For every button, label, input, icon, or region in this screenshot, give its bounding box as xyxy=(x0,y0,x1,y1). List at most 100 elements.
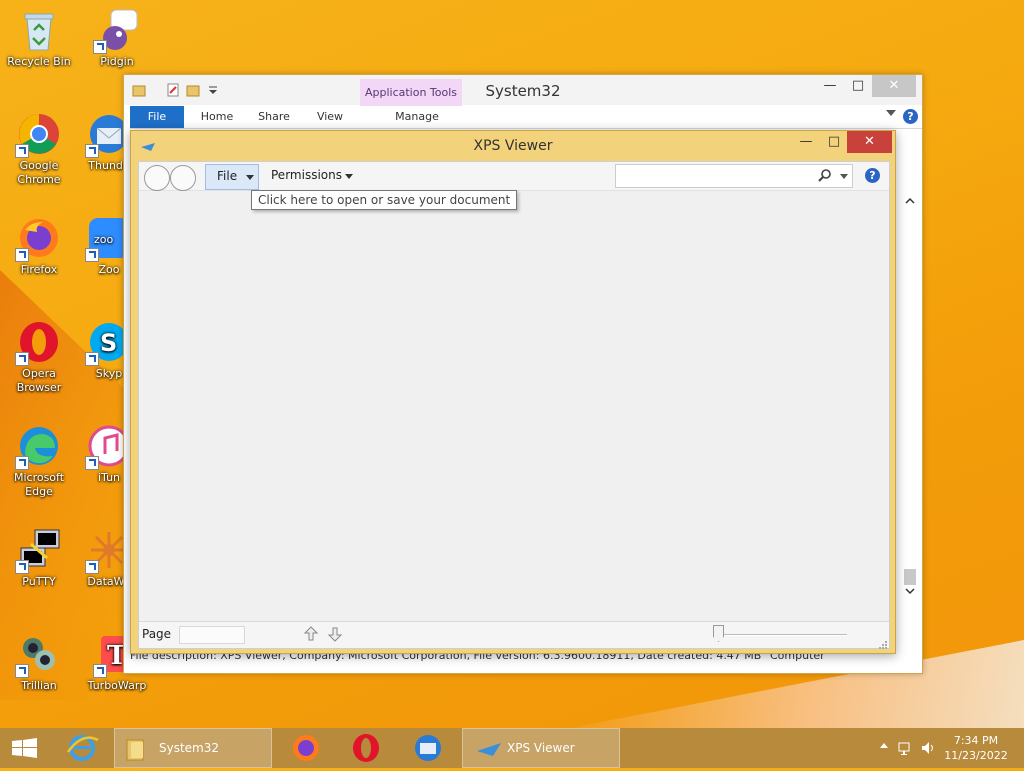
volume-icon[interactable] xyxy=(920,740,936,759)
zoom-slider-track[interactable] xyxy=(713,634,847,636)
xps-titlebar[interactable]: XPS Viewer — □ ✕ xyxy=(131,131,895,161)
ribbon-expand-icon[interactable] xyxy=(886,110,896,116)
file-menu-label: File xyxy=(217,169,238,183)
shortcut-arrow-icon xyxy=(15,248,29,262)
chevron-down-icon xyxy=(246,175,254,180)
taskbar-label: System32 xyxy=(159,741,220,755)
xps-minimize-button[interactable]: — xyxy=(793,131,819,153)
clock-time: 7:34 PM xyxy=(953,734,999,747)
xps-maximize-button[interactable]: □ xyxy=(821,131,847,153)
taskbar-opera[interactable] xyxy=(342,728,390,768)
search-icon[interactable] xyxy=(818,168,832,185)
desktop-icon-label: TurboWarp xyxy=(87,679,147,692)
tab-manage[interactable]: Manage xyxy=(370,106,464,128)
ribbon-tabs: File Home Share View Manage ? xyxy=(130,106,922,129)
window-title: System32 xyxy=(485,82,561,100)
desktop-icon-pidgin[interactable]: Pidgin xyxy=(79,8,155,69)
taskbar-internet-explorer[interactable] xyxy=(58,728,106,768)
permissions-menu-label: Permissions xyxy=(271,168,342,182)
desktop-icon-google-chrome[interactable]: Google Chrome xyxy=(1,112,77,187)
search-options-icon[interactable] xyxy=(840,174,848,179)
zoom-slider-thumb[interactable] xyxy=(713,625,724,642)
shortcut-arrow-icon xyxy=(15,352,29,366)
taskbar-xps-viewer[interactable]: XPS Viewer xyxy=(462,728,620,768)
shortcut-arrow-icon xyxy=(93,40,107,54)
xps-toolbar: File Permissions ? xyxy=(139,162,889,191)
xps-help-icon[interactable]: ? xyxy=(865,168,880,183)
desktop-icon-label: Pidgin xyxy=(100,55,134,68)
firefox-icon xyxy=(15,216,61,262)
desktop-icon-label: Google Chrome xyxy=(17,159,61,186)
chrome-icon xyxy=(15,112,61,158)
shortcut-arrow-icon xyxy=(15,560,29,574)
file-menu-tooltip: Click here to open or save your document xyxy=(251,190,518,210)
xps-close-button[interactable]: ✕ xyxy=(847,131,892,153)
start-button[interactable] xyxy=(0,728,50,768)
desktop-icon-opera[interactable]: Opera Browser xyxy=(1,320,77,395)
chevron-down-icon xyxy=(345,174,353,179)
help-icon[interactable]: ? xyxy=(903,109,918,124)
desktop-icon-label: Recycle Bin xyxy=(7,55,71,68)
tab-view[interactable]: View xyxy=(308,106,352,128)
opera-icon xyxy=(15,320,61,366)
taskbar-firefox[interactable] xyxy=(282,728,330,768)
system-tray: 7:34 PM 11/23/2022 xyxy=(864,728,1024,768)
desktop-icon-firefox[interactable]: Firefox xyxy=(1,216,77,277)
clock[interactable]: 7:34 PM 11/23/2022 xyxy=(936,733,1016,763)
network-icon[interactable] xyxy=(898,740,914,759)
page-label: Page xyxy=(142,627,172,641)
forward-button[interactable] xyxy=(170,165,196,191)
shortcut-arrow-icon xyxy=(85,456,99,470)
desktop-icon-label: Microsoft Edge xyxy=(13,471,65,498)
xps-app-icon xyxy=(477,741,503,760)
taskbar-thunderbird[interactable] xyxy=(404,728,452,768)
shortcut-arrow-icon xyxy=(85,352,99,366)
shortcut-arrow-icon xyxy=(85,248,99,262)
desktop-icon-label: Firefox xyxy=(20,263,58,276)
explorer-titlebar[interactable]: Application Tools System32 — □ ✕ xyxy=(124,75,922,106)
scroll-up-icon[interactable] xyxy=(904,195,916,207)
taskbar-explorer[interactable]: System32 xyxy=(114,728,272,768)
edge-icon xyxy=(15,424,61,470)
search-input[interactable] xyxy=(615,164,853,188)
xps-bottom-bar: Page xyxy=(139,621,889,649)
maximize-button[interactable]: □ xyxy=(840,75,876,97)
putty-icon xyxy=(15,528,61,574)
pidgin-icon xyxy=(93,8,139,54)
scrollbar-thumb[interactable] xyxy=(904,569,916,585)
xps-window-title: XPS Viewer xyxy=(473,138,553,154)
page-number-input[interactable] xyxy=(179,626,245,644)
svg-text:zoo: zoo xyxy=(94,233,114,246)
clock-date: 11/23/2022 xyxy=(944,749,1008,762)
shortcut-arrow-icon xyxy=(93,664,107,678)
tab-home[interactable]: Home xyxy=(192,106,242,128)
back-button[interactable] xyxy=(144,165,170,191)
resize-grip-icon[interactable] xyxy=(879,638,887,649)
taskbar: System32 XPS Viewer 7:34 PM 11/23/2022 xyxy=(0,728,1024,768)
desktop-icon-trillian[interactable]: Trillian xyxy=(1,632,77,693)
scroll-down-icon[interactable] xyxy=(904,585,916,597)
previous-page-icon[interactable] xyxy=(303,625,319,643)
xps-client-area: File Permissions ? Click here to open or… xyxy=(138,161,890,649)
desktop-icon-microsoft-edge[interactable]: Microsoft Edge xyxy=(1,424,77,499)
shortcut-arrow-icon xyxy=(15,456,29,470)
file-menu-button[interactable]: File xyxy=(205,164,259,190)
folder-icon xyxy=(125,737,147,764)
desktop-icon-recycle-bin[interactable]: Recycle Bin xyxy=(1,8,77,69)
desktop-icon-putty[interactable]: PuTTY xyxy=(1,528,77,589)
trillian-icon xyxy=(15,632,61,678)
recycle-bin-icon xyxy=(17,8,61,52)
shortcut-arrow-icon xyxy=(15,664,29,678)
shortcut-arrow-icon xyxy=(85,144,99,158)
shortcut-arrow-icon xyxy=(15,144,29,158)
close-button[interactable]: ✕ xyxy=(872,75,916,97)
desktop-icon-label: PuTTY xyxy=(22,575,56,588)
tab-file[interactable]: File xyxy=(130,106,184,128)
xps-viewer-window[interactable]: XPS Viewer — □ ✕ File Permissions ? Clic… xyxy=(130,130,896,654)
show-hidden-icons-icon[interactable] xyxy=(880,743,888,748)
next-page-icon[interactable] xyxy=(327,625,343,643)
shortcut-arrow-icon xyxy=(85,560,99,574)
tab-share[interactable]: Share xyxy=(252,106,296,128)
permissions-menu-button[interactable]: Permissions xyxy=(263,164,363,188)
desktop-icon-label: Opera Browser xyxy=(16,367,62,394)
